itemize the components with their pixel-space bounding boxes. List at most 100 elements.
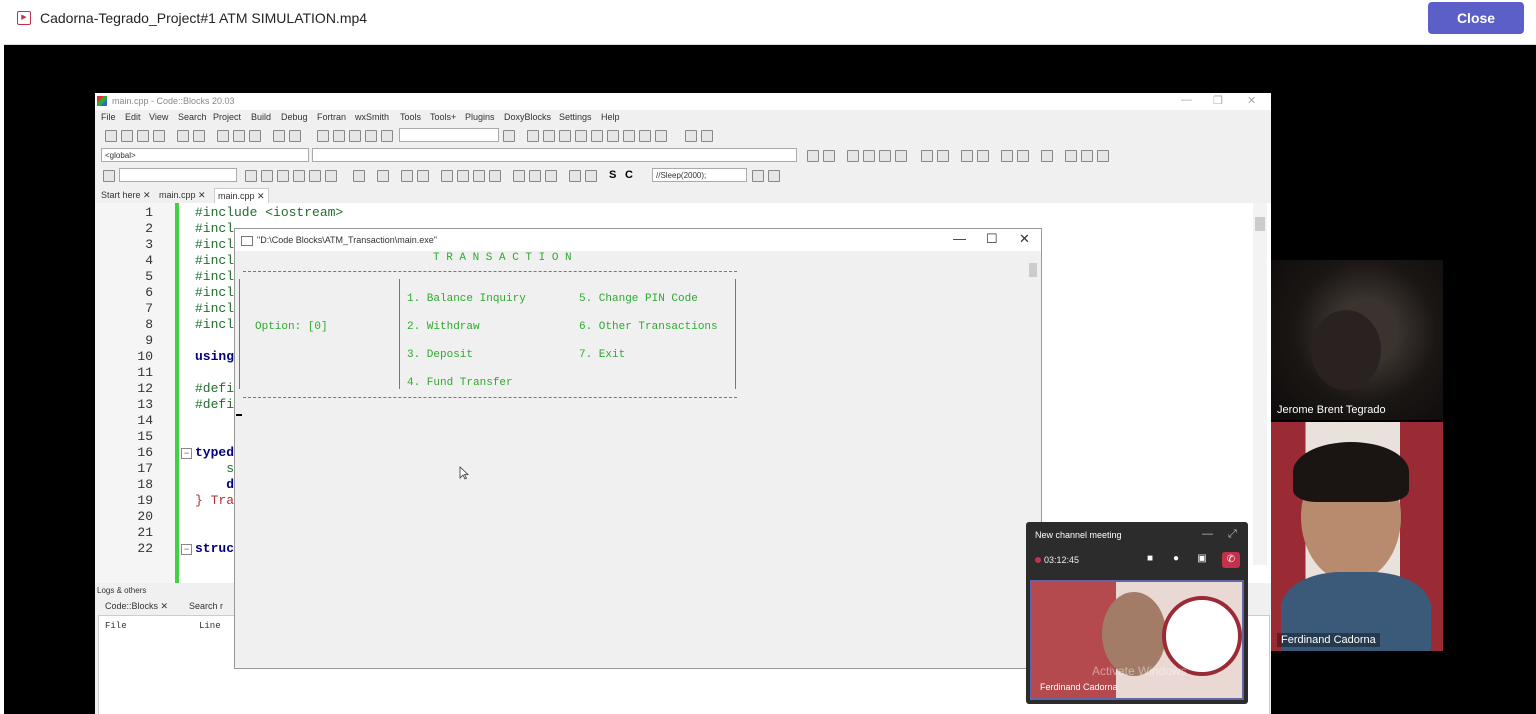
prev-bookmark-icon[interactable] bbox=[863, 150, 875, 162]
frame3-icon[interactable] bbox=[545, 170, 557, 182]
layout-icon[interactable] bbox=[401, 170, 413, 182]
line-comment-icon[interactable] bbox=[977, 150, 989, 162]
rebuild-icon[interactable] bbox=[365, 130, 377, 142]
camera-icon[interactable]: ■ bbox=[1144, 553, 1156, 565]
stop-icon[interactable] bbox=[1081, 150, 1093, 162]
build-settings-icon[interactable] bbox=[317, 130, 329, 142]
fold-toggle-icon[interactable]: − bbox=[181, 448, 192, 459]
console-close-icon[interactable]: ✕ bbox=[1019, 231, 1030, 247]
selection-icon[interactable] bbox=[293, 170, 305, 182]
jump-forward-icon[interactable] bbox=[823, 150, 835, 162]
participant-video[interactable]: Ferdinand Cadorna bbox=[1271, 422, 1443, 651]
build-run-icon[interactable] bbox=[349, 130, 361, 142]
s-icon[interactable]: S bbox=[609, 170, 619, 181]
menu-file[interactable]: File bbox=[101, 112, 116, 122]
frame2-icon[interactable] bbox=[529, 170, 541, 182]
save-all-icon[interactable] bbox=[153, 130, 165, 142]
menu-help[interactable]: Help bbox=[601, 112, 620, 122]
wildcard-icon[interactable] bbox=[325, 170, 337, 182]
menu-project[interactable]: Project bbox=[213, 112, 241, 122]
run-to-cursor-icon[interactable] bbox=[543, 130, 555, 142]
hang-up-icon[interactable]: ✆ bbox=[1222, 552, 1240, 568]
menu-plugins[interactable]: Plugins bbox=[465, 112, 495, 122]
search-combo[interactable]: //Sleep(2000); bbox=[652, 168, 747, 182]
abort-icon[interactable] bbox=[381, 130, 393, 142]
console-scrollbar-thumb[interactable] bbox=[1029, 263, 1037, 277]
close-button[interactable]: Close bbox=[1428, 2, 1524, 34]
layout-alt-icon[interactable] bbox=[417, 170, 429, 182]
debug-start-icon[interactable] bbox=[527, 130, 539, 142]
tab-start-here[interactable]: Start here ✕ bbox=[101, 190, 151, 201]
regex-icon[interactable] bbox=[309, 170, 321, 182]
back-arrow-icon[interactable] bbox=[245, 170, 257, 182]
paste-icon[interactable] bbox=[249, 130, 261, 142]
save-icon[interactable] bbox=[137, 130, 149, 142]
menu-settings[interactable]: Settings bbox=[559, 112, 592, 122]
frame-icon[interactable] bbox=[513, 170, 525, 182]
menu-search[interactable]: Search bbox=[178, 112, 207, 122]
stop-debugger-icon[interactable] bbox=[655, 130, 667, 142]
forward-arrow-icon[interactable] bbox=[261, 170, 273, 182]
menu-tools[interactable]: Tools bbox=[400, 112, 421, 122]
doxy-run-icon[interactable] bbox=[937, 150, 949, 162]
block4-icon[interactable] bbox=[489, 170, 501, 182]
break-debugger-icon[interactable] bbox=[639, 130, 651, 142]
open-file-icon[interactable] bbox=[121, 130, 133, 142]
expand-meeting-icon[interactable]: ⤢ bbox=[1228, 528, 1237, 541]
find-icon[interactable] bbox=[273, 130, 285, 142]
next-instruction-icon[interactable] bbox=[607, 130, 619, 142]
step-into-icon[interactable] bbox=[575, 130, 587, 142]
highlight-icon[interactable] bbox=[277, 170, 289, 182]
zoom-in-icon[interactable] bbox=[569, 170, 581, 182]
tag-icon[interactable] bbox=[103, 170, 115, 182]
cut-icon[interactable] bbox=[217, 130, 229, 142]
clear-bookmarks-icon[interactable] bbox=[895, 150, 907, 162]
bookmark-icon[interactable] bbox=[847, 150, 859, 162]
undo-icon[interactable] bbox=[177, 130, 189, 142]
new-file-icon[interactable] bbox=[105, 130, 117, 142]
pointer-icon[interactable] bbox=[353, 170, 365, 182]
next-line-icon[interactable] bbox=[559, 130, 571, 142]
menu-edit[interactable]: Edit bbox=[125, 112, 141, 122]
c-icon[interactable]: C bbox=[625, 170, 635, 181]
tab-main-cpp-2[interactable]: main.cpp ✕ bbox=[214, 188, 269, 204]
doxy-icon[interactable] bbox=[921, 150, 933, 162]
console-minimize-icon[interactable]: — bbox=[953, 231, 966, 246]
jump-back-icon[interactable] bbox=[807, 150, 819, 162]
menu-wxsmith[interactable]: wxSmith bbox=[355, 112, 389, 122]
tab-main-cpp-1[interactable]: main.cpp ✕ bbox=[159, 190, 206, 201]
replace-icon[interactable] bbox=[289, 130, 301, 142]
wrench-icon[interactable] bbox=[1041, 150, 1053, 162]
debug-windows-icon[interactable] bbox=[685, 130, 697, 142]
doxy-config-icon[interactable] bbox=[1017, 150, 1029, 162]
menu-debug[interactable]: Debug bbox=[281, 112, 308, 122]
redo-icon[interactable] bbox=[193, 130, 205, 142]
scrollbar-thumb[interactable] bbox=[1255, 217, 1265, 231]
participant-video[interactable]: Jerome Brent Tegrado bbox=[1271, 260, 1443, 420]
self-video[interactable]: Activate Windows Ferdinand Cadorna bbox=[1030, 580, 1244, 700]
tab-search-results[interactable]: Search r bbox=[189, 601, 223, 611]
step-out-icon[interactable] bbox=[591, 130, 603, 142]
search-go-icon[interactable] bbox=[752, 170, 764, 182]
menu-doxyblocks[interactable]: DoxyBlocks bbox=[504, 112, 551, 122]
rectangle-icon[interactable] bbox=[377, 170, 389, 182]
block3-icon[interactable] bbox=[473, 170, 485, 182]
search-settings-icon[interactable] bbox=[768, 170, 780, 182]
minimize-meeting-icon[interactable]: — bbox=[1202, 528, 1213, 540]
editor-scrollbar[interactable] bbox=[1253, 203, 1267, 565]
debug-info-icon[interactable] bbox=[503, 130, 515, 142]
close-icon[interactable]: ✕ bbox=[1247, 94, 1256, 107]
tab-codeblocks-log[interactable]: Code::Blocks ✕ bbox=[105, 601, 168, 612]
step-instruction-icon[interactable] bbox=[623, 130, 635, 142]
tag-select[interactable] bbox=[119, 168, 237, 182]
menu-view[interactable]: View bbox=[149, 112, 168, 122]
comment-icon[interactable] bbox=[961, 150, 973, 162]
various-info-icon[interactable] bbox=[701, 130, 713, 142]
extract-icon[interactable] bbox=[1001, 150, 1013, 162]
menu-fortran[interactable]: Fortran bbox=[317, 112, 346, 122]
prev-icon[interactable] bbox=[1065, 150, 1077, 162]
run-icon[interactable] bbox=[333, 130, 345, 142]
block-icon[interactable] bbox=[441, 170, 453, 182]
next-icon[interactable] bbox=[1097, 150, 1109, 162]
menu-tools-plus[interactable]: Tools+ bbox=[430, 112, 456, 122]
